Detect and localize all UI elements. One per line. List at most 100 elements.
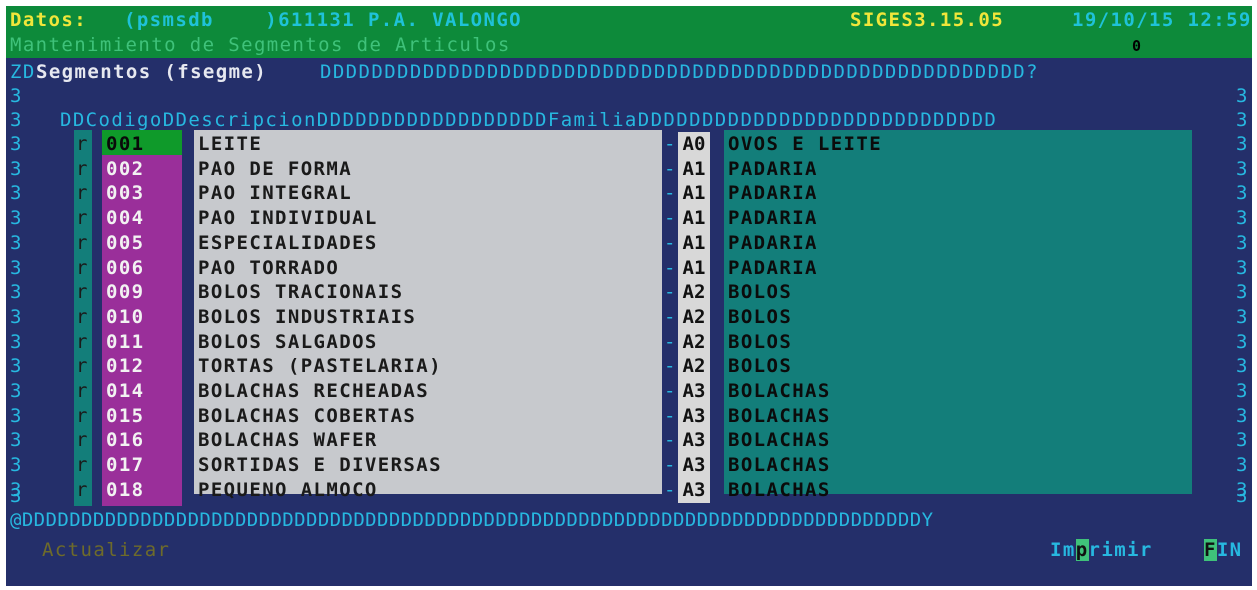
family-code[interactable]: A3: [678, 428, 710, 453]
row-marker[interactable]: r: [76, 206, 89, 231]
field-separator: -: [664, 405, 677, 427]
frame-side-right: 3: [1236, 232, 1249, 254]
family-name: PADARIA: [728, 158, 818, 180]
row-marker[interactable]: r: [76, 256, 89, 281]
segment-description[interactable]: BOLOS SALGADOS: [198, 330, 378, 355]
frame-side-right: 3: [1236, 281, 1249, 303]
actualizar-button[interactable]: Actualizar: [42, 538, 170, 563]
segment-description[interactable]: PEQUENO ALMOCO: [198, 478, 378, 503]
family-code[interactable]: A3: [678, 478, 710, 503]
segment-code[interactable]: 012: [106, 354, 145, 379]
segment-code[interactable]: 009: [106, 280, 145, 305]
frame-side-left: 3: [10, 133, 23, 155]
family-name: BOLOS: [728, 306, 793, 328]
screen-subtitle: Mantenimiento de Segmentos de Articulos: [10, 34, 511, 56]
segment-code[interactable]: 002: [106, 157, 145, 182]
segment-code[interactable]: 017: [106, 453, 145, 478]
family-code[interactable]: A2: [678, 305, 710, 330]
frame-side-left: 3: [10, 109, 23, 131]
frame-side-right: 3: [1236, 257, 1249, 279]
family-code[interactable]: A1: [678, 181, 710, 206]
segment-description[interactable]: SORTIDAS E DIVERSAS: [198, 453, 442, 478]
row-marker[interactable]: r: [76, 478, 89, 503]
row-marker[interactable]: r: [76, 354, 89, 379]
family-code[interactable]: A0: [678, 132, 710, 157]
segment-code[interactable]: 014: [106, 379, 145, 404]
field-separator: -: [664, 429, 677, 451]
family-code[interactable]: A3: [678, 404, 710, 429]
segment-description[interactable]: BOLACHAS RECHEADAS: [198, 379, 429, 404]
frame-side-right: 3: [1236, 485, 1249, 507]
family-name: BOLACHAS: [728, 380, 831, 402]
segment-description[interactable]: BOLACHAS COBERTAS: [198, 404, 416, 429]
frame-side-right: 3: [1236, 158, 1249, 180]
segment-description[interactable]: BOLOS TRACIONAIS: [198, 280, 403, 305]
segment-description[interactable]: PAO DE FORMA: [198, 157, 352, 182]
family-code[interactable]: A2: [678, 330, 710, 355]
family-code[interactable]: A1: [678, 256, 710, 281]
record-counter: 0: [1132, 37, 1143, 55]
frame-top-left: ZD: [10, 61, 36, 83]
family-code[interactable]: A1: [678, 231, 710, 256]
segment-code[interactable]: 004: [106, 206, 145, 231]
segment-description[interactable]: BOLOS INDUSTRIAIS: [198, 305, 416, 330]
frame-side-right: 3: [1236, 182, 1249, 204]
segment-code[interactable]: 005: [106, 231, 145, 256]
row-marker[interactable]: r: [76, 404, 89, 429]
row-marker[interactable]: r: [76, 379, 89, 404]
family-name: PADARIA: [728, 207, 818, 229]
row-marker[interactable]: r: [76, 132, 89, 157]
frame-side-left: 3: [10, 454, 23, 476]
row-marker[interactable]: r: [76, 181, 89, 206]
segment-description[interactable]: TORTAS (PASTELARIA): [198, 354, 442, 379]
frame-side-left: 3: [10, 380, 23, 402]
row-marker[interactable]: r: [76, 453, 89, 478]
field-separator: -: [664, 133, 677, 155]
segment-description[interactable]: BOLACHAS WAFER: [198, 428, 378, 453]
row-marker[interactable]: r: [76, 428, 89, 453]
segment-description[interactable]: PAO INDIVIDUAL: [198, 206, 378, 231]
row-marker[interactable]: r: [76, 280, 89, 305]
family-code[interactable]: A3: [678, 379, 710, 404]
family-code[interactable]: A3: [678, 453, 710, 478]
fin-button[interactable]: FIN: [1204, 538, 1243, 563]
segment-code[interactable]: 001: [106, 132, 145, 157]
segment-code[interactable]: 015: [106, 404, 145, 429]
segment-code[interactable]: 011: [106, 330, 145, 355]
segment-description[interactable]: LEITE: [198, 132, 262, 157]
frame-side-left: 3: [10, 257, 23, 279]
field-separator: -: [664, 331, 677, 353]
segment-code[interactable]: 016: [106, 428, 145, 453]
segment-code[interactable]: 010: [106, 305, 145, 330]
frame-side-left: 3: [10, 331, 23, 353]
row-marker[interactable]: r: [76, 330, 89, 355]
family-code[interactable]: A1: [678, 206, 710, 231]
family-name: PADARIA: [728, 182, 818, 204]
segment-description[interactable]: PAO TORRADO: [198, 256, 339, 281]
segment-description[interactable]: ESPECIALIDADES: [198, 231, 378, 256]
frame-side-left: 3: [10, 429, 23, 451]
segment-description[interactable]: PAO INTEGRAL: [198, 181, 352, 206]
frame-side-left: 3: [10, 405, 23, 427]
family-code[interactable]: A2: [678, 280, 710, 305]
datetime-label: 19/10/15 12:59: [1072, 9, 1252, 31]
frame-side-right: 3: [1236, 380, 1249, 402]
family-code[interactable]: A2: [678, 354, 710, 379]
family-name: BOLOS: [728, 281, 793, 303]
imprimir-button[interactable]: Imprimir: [1050, 538, 1153, 563]
frame-side-left: 3: [10, 355, 23, 377]
field-separator: -: [664, 380, 677, 402]
segment-code[interactable]: 006: [106, 256, 145, 281]
frame-bottom: @DDDDDDDDDDDDDDDDDDDDDDDDDDDDDDDDDDDDDDD…: [10, 509, 934, 531]
segment-code[interactable]: 018: [106, 478, 145, 503]
field-separator: -: [664, 479, 677, 501]
row-marker[interactable]: r: [76, 305, 89, 330]
family-code[interactable]: A1: [678, 157, 710, 182]
window-title: Segmentos (fsegme): [36, 61, 268, 83]
segment-code[interactable]: 003: [106, 181, 145, 206]
row-marker[interactable]: r: [76, 157, 89, 182]
frame-side-left: 3: [10, 182, 23, 204]
datos-label: Datos:: [10, 9, 88, 31]
row-marker[interactable]: r: [76, 231, 89, 256]
field-separator: -: [664, 158, 677, 180]
